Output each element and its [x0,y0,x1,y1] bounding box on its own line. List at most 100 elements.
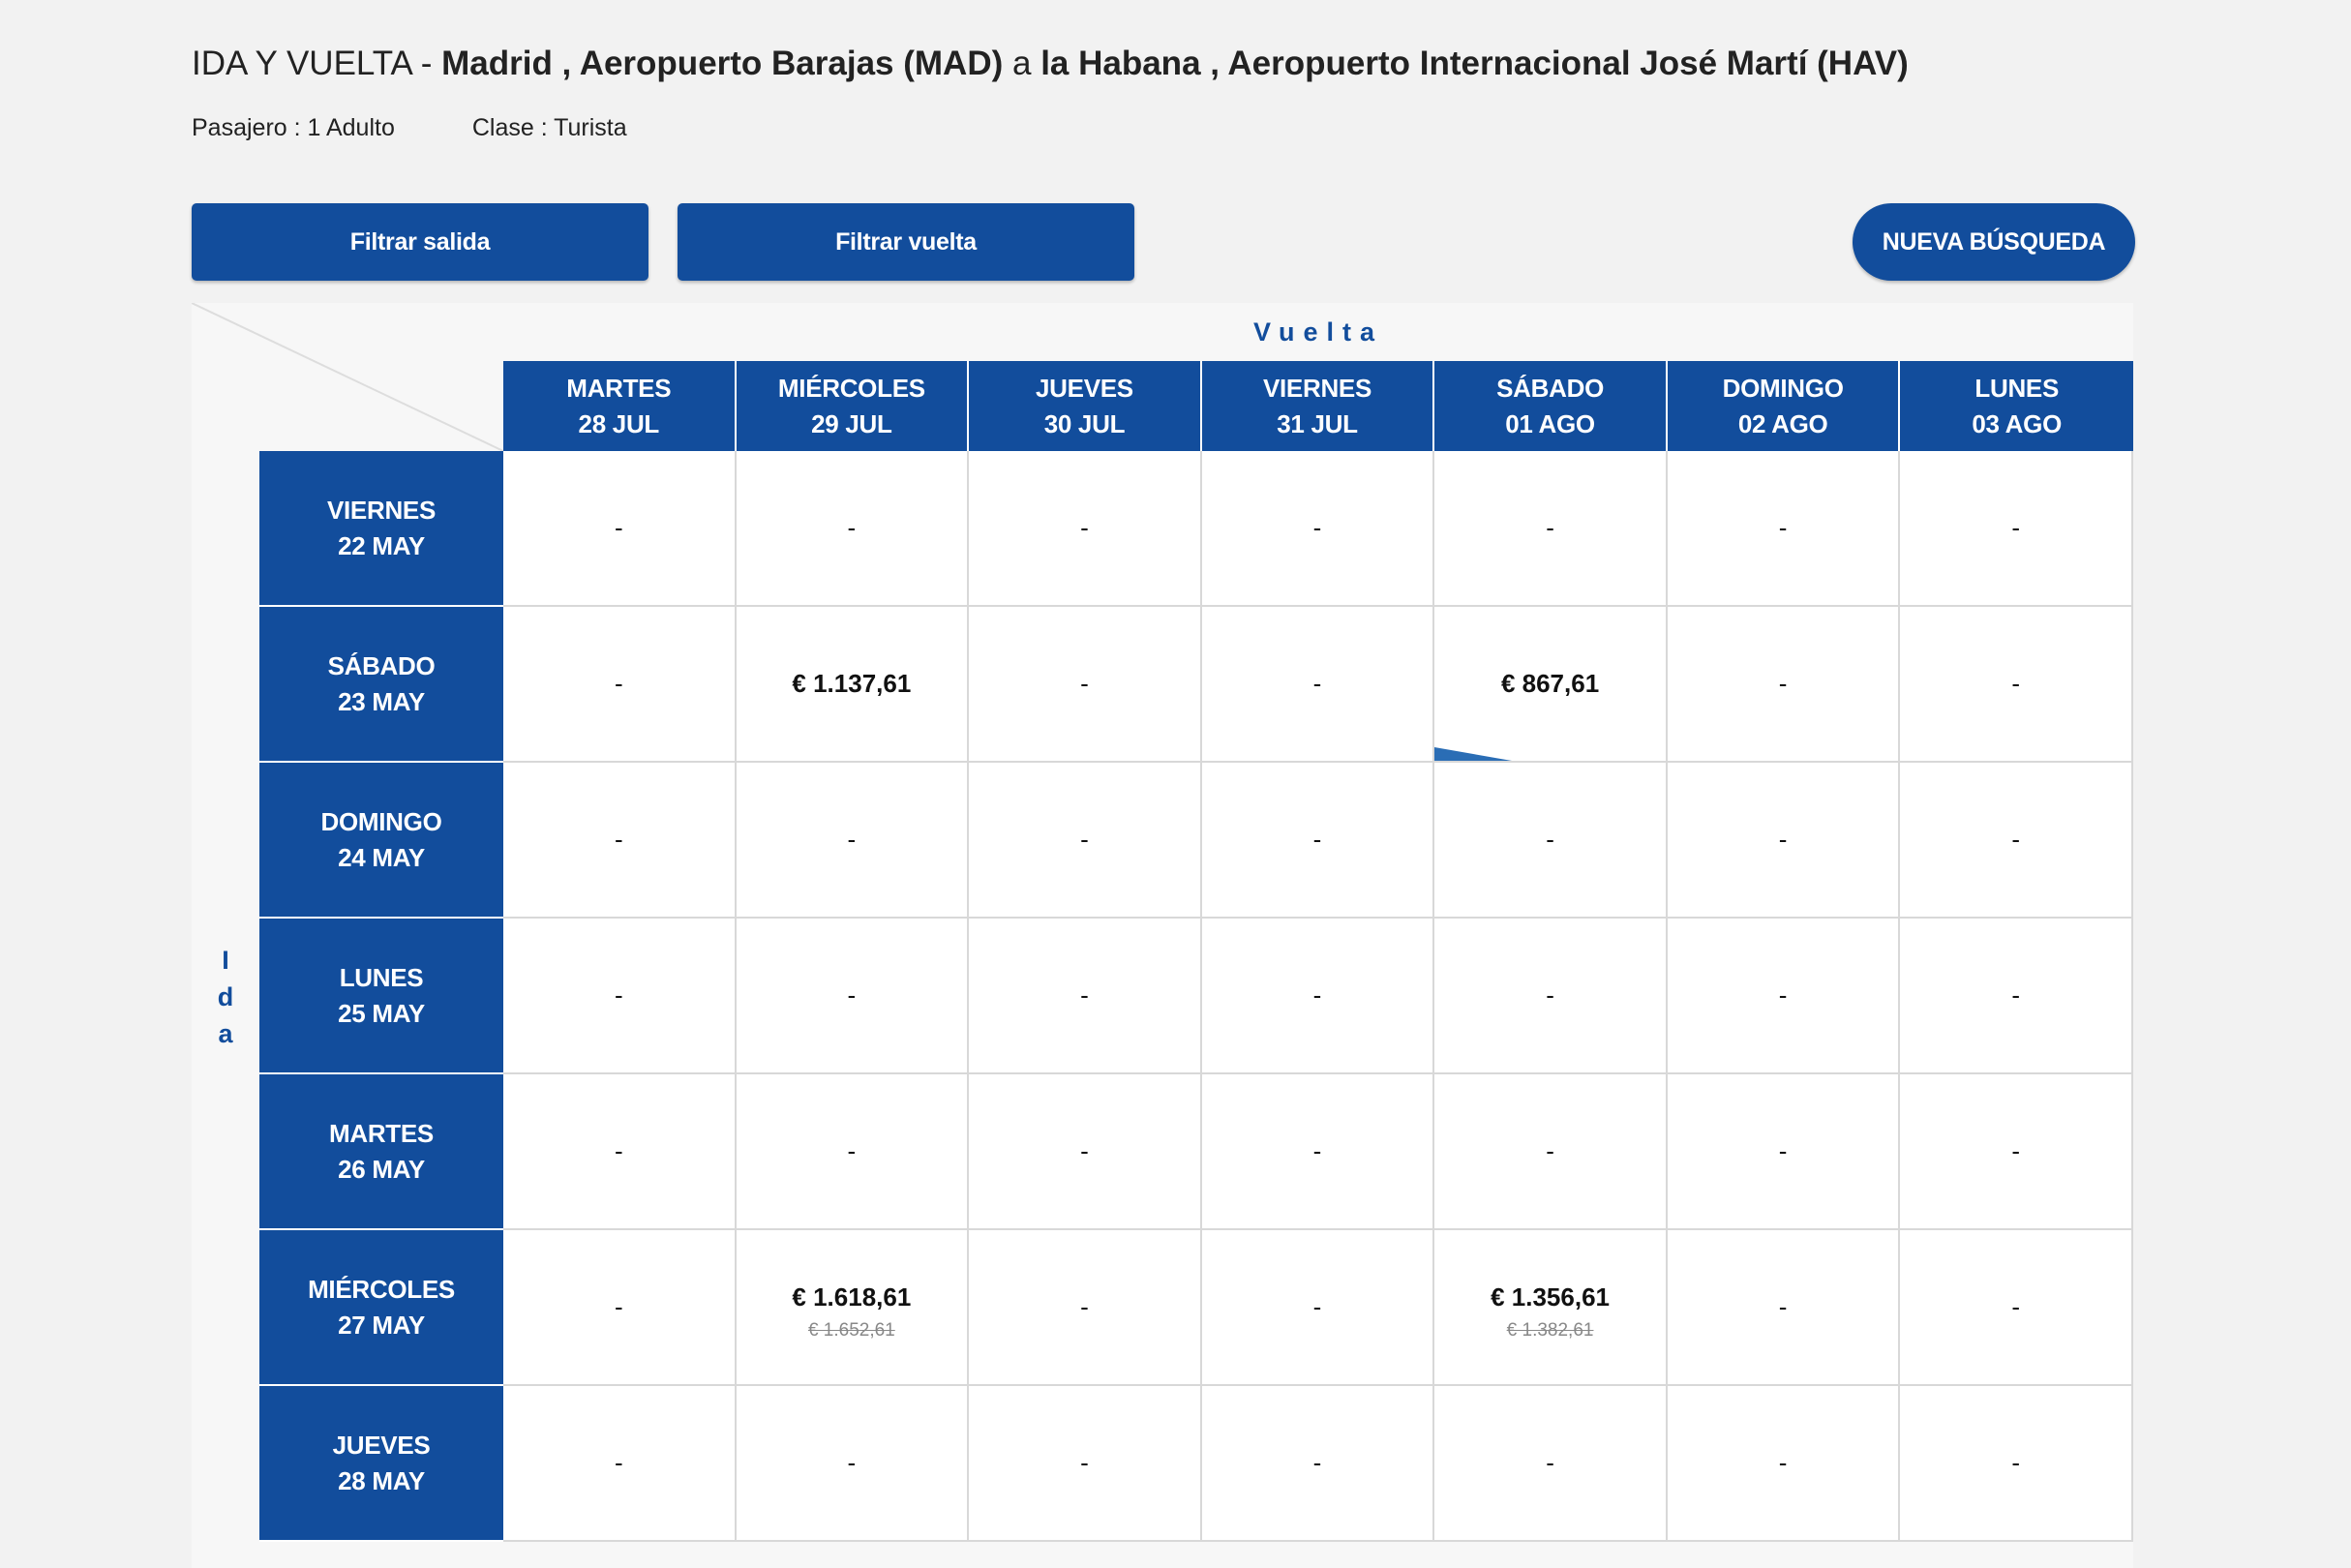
no-fare-dash: - [1312,1136,1322,1165]
origin-airport: Madrid , Aeropuerto Barajas (MAD) [441,45,1004,82]
departure-day-name: LUNES [339,962,424,992]
no-fare-dash: - [2011,1448,2021,1477]
departure-date-value: 27 MAY [338,1310,425,1340]
no-fare-dash: - [614,1448,623,1477]
no-fare-dash: - [614,1292,623,1321]
departure-day-name: SÁBADO [327,650,436,680]
return-axis-label: Vuelta [1252,317,1384,347]
empty-cell: - [1201,763,1435,919]
return-date-header: JUEVES 30 JUL [969,361,1202,451]
departure-day-name: MARTES [329,1118,434,1148]
departure-day-name: MIÉRCOLES [308,1274,455,1304]
return-date-value: 29 JUL [811,408,892,438]
departure-date-value: 28 MAY [338,1465,425,1495]
no-fare-dash: - [2011,669,2021,698]
no-fare-dash: - [614,1136,623,1165]
corner-diagonal [192,303,503,451]
departure-label-letter: I [222,945,229,975]
cheapest-marker-icon [1434,747,1513,761]
empty-cell: - [1667,607,1901,763]
no-fare-dash: - [1546,980,1554,1010]
empty-cell: - [736,1074,970,1230]
matrix-row: JUEVES 28 MAY - - - - - - - [259,1386,2133,1542]
no-fare-dash: - [614,669,623,698]
filter-return-button[interactable]: Filtrar vuelta [678,203,1134,281]
empty-cell: - [1434,451,1668,607]
return-date-header: DOMINGO 02 AGO [1667,361,1901,451]
return-date-header: MARTES 28 JUL [503,361,737,451]
fare-price: € 1.137,61 [792,669,912,698]
no-fare-dash: - [1080,1292,1089,1321]
return-day-name: SÁBADO [1496,373,1604,403]
empty-cell: - [1900,919,2133,1074]
empty-cell: - [736,919,970,1074]
return-date-header: VIERNES 31 JUL [1201,361,1435,451]
no-fare-dash: - [1080,1448,1089,1477]
route-dash: - [410,45,442,82]
return-day-name: MIÉRCOLES [777,373,925,403]
no-fare-dash: - [1080,1136,1089,1165]
matrix-row: MARTES 26 MAY - - - - - - - [259,1074,2133,1230]
route-connector: a [1003,45,1041,82]
empty-cell: - [503,1386,737,1542]
empty-cell: - [503,607,737,763]
empty-cell: - [1201,1230,1435,1386]
no-fare-dash: - [614,980,623,1010]
no-fare-dash: - [847,1448,857,1477]
empty-cell: - [969,1386,1202,1542]
empty-cell: - [1667,1386,1901,1542]
departure-date-header: MIÉRCOLES 27 MAY [259,1230,503,1386]
empty-cell: - [1667,1230,1901,1386]
empty-cell: - [1667,1074,1901,1230]
new-search-button[interactable]: NUEVA BÚSQUEDA [1853,203,2135,281]
empty-cell: - [1201,1074,1435,1230]
no-fare-dash: - [1546,1136,1554,1165]
no-fare-dash: - [1312,513,1322,542]
no-fare-dash: - [1778,1292,1788,1321]
return-date-value: 31 JUL [1277,408,1358,438]
return-date-value: 28 JUL [578,408,660,438]
price-cell[interactable]: € 1.356,61 € 1.382,61 [1434,1230,1668,1386]
departure-day-name: DOMINGO [320,806,442,836]
search-meta: Pasajero : 1 Adulto Clase : Turista [192,114,627,142]
return-day-name: VIERNES [1262,373,1372,403]
no-fare-dash: - [614,513,623,542]
return-day-name: JUEVES [1036,373,1133,403]
departure-axis-label: Ida [192,451,259,1542]
empty-cell: - [736,763,970,919]
price-cell[interactable]: € 867,61 [1434,607,1668,763]
original-fare-price: € 1.382,61 [1506,1320,1594,1341]
price-cell[interactable]: € 1.137,61 [736,607,970,763]
no-fare-dash: - [1312,1292,1322,1321]
no-fare-dash: - [1778,513,1788,542]
price-cell[interactable]: € 1.618,61 € 1.652,61 [736,1230,970,1386]
departure-date-header: LUNES 25 MAY [259,919,503,1074]
empty-cell: - [1667,763,1901,919]
matrix-row: LUNES 25 MAY - - - - - - - [259,919,2133,1074]
trip-type: IDA Y VUELTA [192,45,411,82]
class-info: Clase : Turista [471,114,627,141]
empty-cell: - [503,1230,737,1386]
no-fare-dash: - [1312,669,1322,698]
no-fare-dash: - [2011,1136,2021,1165]
no-fare-dash: - [847,825,857,854]
empty-cell: - [1900,451,2133,607]
empty-cell: - [1434,1386,1668,1542]
empty-cell: - [969,1230,1202,1386]
filter-departure-button[interactable]: Filtrar salida [192,203,648,281]
empty-cell: - [969,451,1202,607]
empty-cell: - [503,919,737,1074]
no-fare-dash: - [1778,825,1788,854]
no-fare-dash: - [847,980,857,1010]
route-title: IDA Y VUELTA - Madrid , Aeropuerto Baraj… [192,45,1909,83]
departure-day-name: JUEVES [332,1430,431,1460]
no-fare-dash: - [2011,825,2021,854]
empty-cell: - [969,607,1202,763]
departure-date-header: VIERNES 22 MAY [259,451,503,607]
price-matrix: Vuelta Ida MARTES 28 JUL MIÉRCOLES 29 JUL JU… [192,303,2133,1568]
no-fare-dash: - [847,1136,857,1165]
no-fare-dash: - [1312,825,1322,854]
return-date-value: 03 AGO [1972,408,2062,438]
no-fare-dash: - [1080,825,1089,854]
matrix-rows: VIERNES 22 MAY - - - - - - - SÁBADO 23 MAY - € 1.137… [259,451,2133,1542]
